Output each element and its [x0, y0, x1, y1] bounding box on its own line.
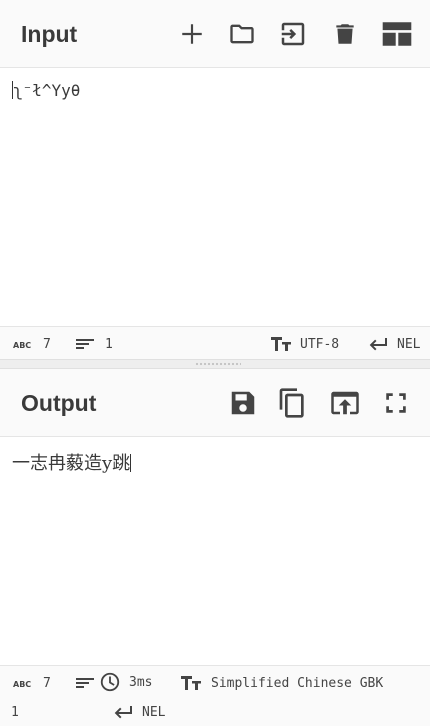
output-lines-stat: 1	[11, 702, 19, 722]
clear-input-button[interactable]	[325, 14, 365, 54]
save-icon	[231, 391, 255, 415]
input-length-value: 7	[43, 336, 51, 352]
replace-input-icon	[331, 391, 359, 415]
resizer-grip	[195, 362, 241, 366]
output-eol-button[interactable]: NEL	[112, 702, 165, 722]
layout-icon	[382, 22, 412, 46]
clock-icon	[100, 672, 120, 692]
input-lines-value: 1	[105, 336, 113, 352]
output-caret	[130, 454, 132, 472]
svg-text:ABC: ABC	[13, 341, 31, 350]
abc-icon: ABC	[13, 341, 31, 350]
copy-icon	[279, 388, 304, 418]
input-encoding-button[interactable]: UTF-8	[270, 334, 339, 354]
output-text-value: 一志冉藙造y跳	[12, 453, 131, 474]
open-file-button[interactable]	[222, 14, 262, 54]
trash-icon	[336, 24, 354, 44]
svg-text:ABC: ABC	[13, 680, 31, 689]
panel-resizer[interactable]	[0, 359, 430, 369]
input-title: Input	[21, 21, 78, 47]
save-output-button[interactable]	[223, 383, 263, 423]
text-format-icon	[181, 676, 201, 690]
output-encoding-value: Simplified Chinese GBK	[211, 675, 384, 691]
maximise-output-button[interactable]	[376, 383, 416, 423]
input-lines-stat: 1	[75, 334, 113, 354]
input-length-stat: ABC 7	[13, 334, 51, 354]
lines-icon	[76, 339, 94, 349]
reset-layout-button[interactable]	[377, 14, 417, 54]
return-icon	[114, 706, 132, 719]
input-status-bar: ABC 7 1 UTF-8 NEL	[0, 326, 430, 359]
input-eol-value: NEL	[397, 336, 421, 352]
output-encoding-button[interactable]: Simplified Chinese GBK	[180, 673, 383, 693]
output-time-value: 3ms	[129, 674, 153, 690]
output-header: Output	[0, 369, 430, 437]
return-icon	[369, 338, 387, 351]
input-header: Input	[0, 0, 430, 68]
output-length-stat: ABC 7	[13, 673, 51, 693]
input-text-value: ʅ⁻ł^Yyθ	[13, 81, 81, 100]
output-lines-icon-stat	[75, 673, 95, 693]
output-title: Output	[21, 390, 97, 416]
output-length-value: 7	[43, 675, 51, 691]
replace-input-button[interactable]	[325, 383, 365, 423]
fullscreen-icon	[386, 393, 406, 413]
text-format-icon	[271, 337, 291, 351]
open-folder-icon	[230, 24, 254, 44]
add-icon	[182, 24, 202, 44]
output-lines-value: 1	[11, 704, 19, 720]
output-time-stat: 3ms	[99, 672, 152, 692]
output-status-bar: ABC 7 3ms Simplified Chinese GBK 1 NEL	[0, 665, 430, 726]
import-icon	[281, 22, 305, 46]
add-tab-button[interactable]	[172, 14, 212, 54]
copy-output-button[interactable]	[273, 383, 313, 423]
abc-icon: ABC	[13, 680, 31, 689]
load-file-button[interactable]	[273, 14, 313, 54]
input-encoding-value: UTF-8	[300, 336, 340, 352]
lines-icon	[76, 678, 94, 688]
input-textarea[interactable]: ʅ⁻ł^Yyθ	[0, 69, 430, 326]
output-textarea[interactable]: 一志冉藙造y跳	[0, 437, 430, 665]
output-eol-value: NEL	[142, 704, 166, 720]
input-eol-button[interactable]: NEL	[367, 334, 420, 354]
